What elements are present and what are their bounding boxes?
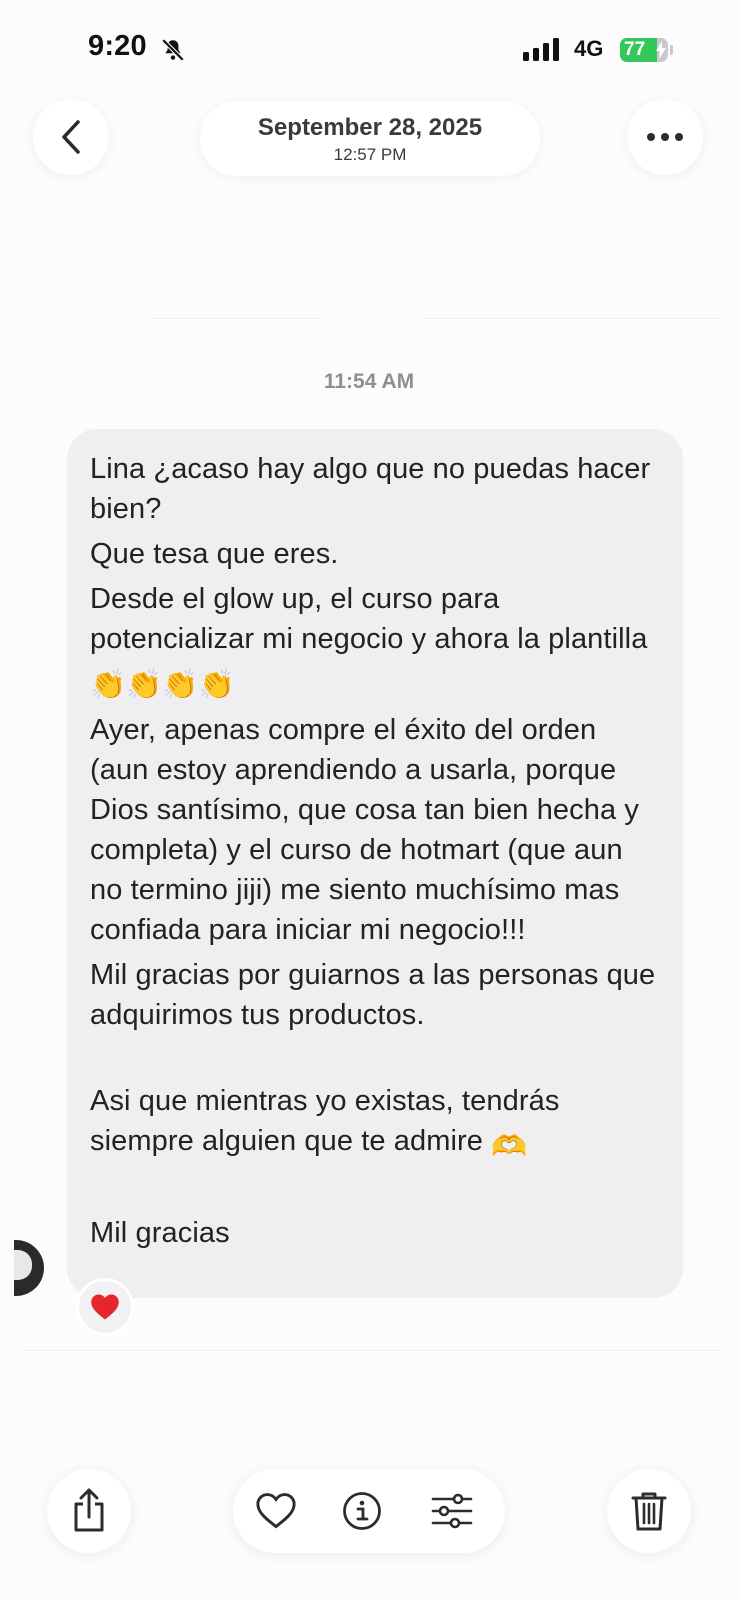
delete-button[interactable] [607, 1469, 691, 1553]
info-button[interactable] [339, 1488, 385, 1534]
cellular-signal-icon [523, 37, 561, 61]
network-type: 4G [574, 36, 604, 61]
bell-slash-icon [161, 38, 185, 62]
message-bubble: Lina ¿acaso hay algo que no puedas hacer… [67, 429, 683, 1298]
heart-outline-icon [256, 1493, 296, 1529]
photo-viewer: 9:20 4G 77 September 28, 2025 12:57 PM 1… [0, 0, 738, 1600]
message-line: Ayer, apenas compre el éxito del orden (… [90, 714, 639, 946]
share-button[interactable] [47, 1469, 131, 1553]
message-line: Que tesa que eres. [90, 538, 339, 570]
heart-hands-emoji: 🫶 [491, 1131, 528, 1163]
message-line: Desde el glow up, el curso para potencia… [90, 579, 661, 705]
date-pill: September 28, 2025 12:57 PM [200, 101, 540, 176]
adjust-button[interactable] [429, 1488, 475, 1534]
back-button[interactable] [33, 99, 109, 175]
sliders-icon [431, 1493, 473, 1529]
background-divider [150, 318, 320, 319]
message-line: Mil gracias por guiarnos a las personas … [90, 959, 656, 1031]
battery-cap [670, 45, 673, 55]
battery-icon: 77 [620, 38, 668, 62]
background-divider [420, 318, 720, 319]
message-line: Lina ¿acaso hay algo que no puedas hacer… [90, 453, 651, 525]
photo-time: 12:57 PM [333, 145, 407, 164]
message-text: Asi que mientras yo existas, tendrás sie… [90, 1085, 560, 1157]
chevron-left-icon [62, 120, 80, 154]
info-icon [343, 1492, 381, 1530]
ellipsis-icon [647, 133, 683, 141]
heart-reaction[interactable] [76, 1278, 134, 1336]
heart-icon [91, 1294, 119, 1320]
sender-avatar [14, 1240, 44, 1296]
trash-icon [631, 1492, 667, 1531]
message-line: Asi que mientras yo existas, tendrás sie… [90, 1081, 661, 1167]
background-divider [20, 1350, 720, 1351]
charging-bolt-icon [656, 41, 666, 59]
more-button[interactable] [627, 99, 703, 175]
clapping-hands-emoji: 👏👏👏👏 [90, 669, 235, 701]
status-time: 9:20 [88, 30, 147, 62]
message-text: Desde el glow up, el curso para potencia… [90, 583, 648, 655]
battery-level: 77 [624, 39, 646, 60]
photo-date: September 28, 2025 [257, 114, 483, 141]
favorite-button[interactable] [253, 1488, 299, 1534]
message-timestamp: 11:54 AM [323, 370, 415, 393]
photo-actions-group [233, 1469, 505, 1553]
share-icon [74, 1488, 104, 1532]
message-line: Mil gracias [90, 1217, 230, 1249]
